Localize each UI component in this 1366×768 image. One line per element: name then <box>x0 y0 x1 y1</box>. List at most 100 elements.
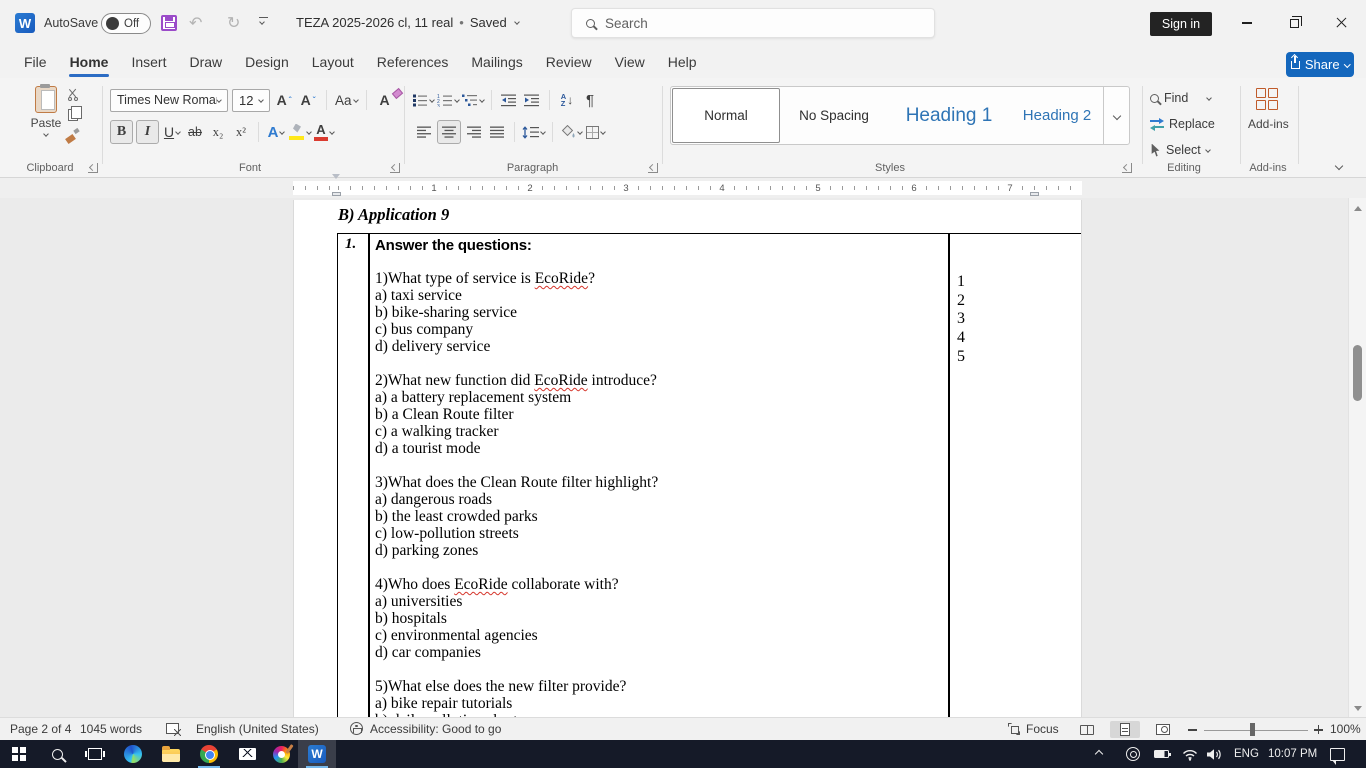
tab-mailings[interactable]: Mailings <box>461 49 532 75</box>
ruler[interactable]: 1234567 <box>0 178 1366 198</box>
doc-line[interactable]: a) taxi service <box>375 287 915 304</box>
styles-dialog-launcher-icon[interactable] <box>1122 163 1132 173</box>
page-indicator[interactable]: Page 2 of 4 <box>10 722 71 736</box>
tray-language[interactable]: ENG <box>1234 740 1259 768</box>
line-spacing-button[interactable] <box>522 120 545 144</box>
doc-line[interactable]: c) low-pollution streets <box>375 525 915 542</box>
doc-line[interactable]: d) parking zones <box>375 542 915 559</box>
paste-button[interactable]: Paste <box>26 86 66 136</box>
table-row-number[interactable]: 1. <box>345 236 356 253</box>
sort-button[interactable]: AZ ↓ <box>557 88 577 112</box>
spellcheck-word[interactable]: EcoRide <box>534 372 587 389</box>
shading-button[interactable] <box>560 120 582 144</box>
tab-layout[interactable]: Layout <box>302 49 364 75</box>
tab-references[interactable]: References <box>367 49 459 75</box>
left-indent-marker[interactable] <box>332 192 341 196</box>
borders-button[interactable] <box>585 120 605 144</box>
doc-line[interactable]: a) universities <box>375 593 915 610</box>
replace-button[interactable]: Replace <box>1150 114 1215 134</box>
scrollbar-thumb[interactable] <box>1353 345 1362 401</box>
accessibility-status[interactable]: Accessibility: Good to go <box>370 722 501 736</box>
document-lines[interactable]: 1)What type of service is EcoRide?a) tax… <box>375 270 915 717</box>
answer-number[interactable]: 3 <box>957 310 965 329</box>
close-button[interactable] <box>1326 8 1356 38</box>
clipboard-dialog-launcher-icon[interactable] <box>88 163 98 173</box>
doc-line[interactable] <box>375 661 915 678</box>
start-button[interactable] <box>0 740 38 768</box>
chrome-button[interactable] <box>190 740 228 768</box>
tab-view[interactable]: View <box>605 49 655 75</box>
justify-button[interactable] <box>487 120 507 144</box>
action-center-icon[interactable] <box>1330 740 1345 768</box>
doc-line[interactable]: c) environmental agencies <box>375 627 915 644</box>
answer-number[interactable]: 2 <box>957 292 965 311</box>
doc-line[interactable]: d) a tourist mode <box>375 440 915 457</box>
tray-cast-icon[interactable] <box>1126 740 1140 768</box>
document-heading[interactable]: B) Application 9 <box>338 205 449 225</box>
doc-line[interactable]: a) bike repair tutorials <box>375 695 915 712</box>
doc-line[interactable]: 4)Who does EcoRide collaborate with? <box>375 576 915 593</box>
format-painter-button[interactable] <box>66 129 79 142</box>
web-layout-button[interactable] <box>1148 721 1178 738</box>
doc-line[interactable]: 3)What does the Clean Route filter highl… <box>375 474 915 491</box>
doc-line[interactable]: 1)What type of service is EcoRide? <box>375 270 915 287</box>
font-color-button[interactable]: A <box>314 120 334 144</box>
tab-help[interactable]: Help <box>658 49 707 75</box>
zoom-level[interactable]: 100% <box>1330 722 1361 736</box>
doc-line[interactable]: a) a battery replacement system <box>375 389 915 406</box>
tab-home[interactable]: Home <box>60 49 119 75</box>
doc-line[interactable]: d) car companies <box>375 644 915 661</box>
doc-line[interactable]: b) the least crowded parks <box>375 508 915 525</box>
spellcheck-word[interactable]: EcoRide <box>454 576 507 593</box>
style-heading-2[interactable]: Heading 2 <box>1011 87 1103 144</box>
clear-formatting-button[interactable]: A <box>375 88 395 112</box>
tray-battery-icon[interactable] <box>1154 740 1169 768</box>
doc-line[interactable]: b) a Clean Route filter <box>375 406 915 423</box>
proofing-errors-icon[interactable] <box>166 723 179 734</box>
doc-line[interactable]: c) a walking tracker <box>375 423 915 440</box>
answer-number[interactable]: 4 <box>957 329 965 348</box>
highlight-color-button[interactable] <box>289 120 311 144</box>
document-page[interactable]: B) Application 9 1. Answer the questions… <box>293 200 1082 717</box>
paragraph-dialog-launcher-icon[interactable] <box>648 163 658 173</box>
align-left-button[interactable] <box>414 120 434 144</box>
redo-icon[interactable]: ↻ <box>227 13 240 33</box>
tray-clock[interactable]: 10:07 PM <box>1268 740 1317 768</box>
doc-line[interactable]: b) bike-sharing service <box>375 304 915 321</box>
cut-button[interactable] <box>67 88 79 101</box>
print-layout-button[interactable] <box>1110 721 1140 738</box>
doc-line[interactable]: d) delivery service <box>375 338 915 355</box>
style-normal[interactable]: Normal <box>672 88 780 143</box>
bold-button[interactable]: B <box>110 120 133 144</box>
paint-button[interactable] <box>262 740 300 768</box>
scroll-up-icon[interactable] <box>1354 206 1362 211</box>
bullets-button[interactable] <box>412 88 434 112</box>
align-right-button[interactable] <box>464 120 484 144</box>
doc-line[interactable] <box>375 457 915 474</box>
read-mode-button[interactable] <box>1072 721 1102 738</box>
style-no-spacing[interactable]: No Spacing <box>781 87 887 144</box>
numbering-button[interactable]: 123 <box>437 88 459 112</box>
grow-font-button[interactable]: Aˆ <box>274 88 294 112</box>
doc-line[interactable] <box>375 559 915 576</box>
multilevel-list-button[interactable] <box>462 88 484 112</box>
zoom-slider-track[interactable] <box>1204 730 1308 731</box>
question-prompt[interactable]: Answer the questions: <box>375 237 532 254</box>
tab-draw[interactable]: Draw <box>179 49 232 75</box>
taskbar-search-button[interactable] <box>38 740 76 768</box>
edge-button[interactable] <box>114 740 152 768</box>
document-title[interactable]: TEZA 2025-2026 cl, 11 real • Saved <box>296 15 519 30</box>
vertical-scrollbar[interactable] <box>1348 198 1366 717</box>
doc-line[interactable]: c) bus company <box>375 321 915 338</box>
font-dialog-launcher-icon[interactable] <box>390 163 400 173</box>
search-input[interactable]: Search <box>571 8 935 38</box>
file-explorer-button[interactable] <box>152 740 190 768</box>
style-heading-1[interactable]: Heading 1 <box>887 87 1011 144</box>
font-size-combobox[interactable]: 12 <box>232 89 270 112</box>
tab-insert[interactable]: Insert <box>121 49 176 75</box>
text-effects-button[interactable]: A <box>266 120 286 144</box>
tray-wifi-icon[interactable] <box>1182 740 1198 768</box>
ruler-strip[interactable]: 1234567 <box>293 181 1082 195</box>
scroll-down-icon[interactable] <box>1354 706 1362 711</box>
tab-file[interactable]: File <box>14 49 57 75</box>
